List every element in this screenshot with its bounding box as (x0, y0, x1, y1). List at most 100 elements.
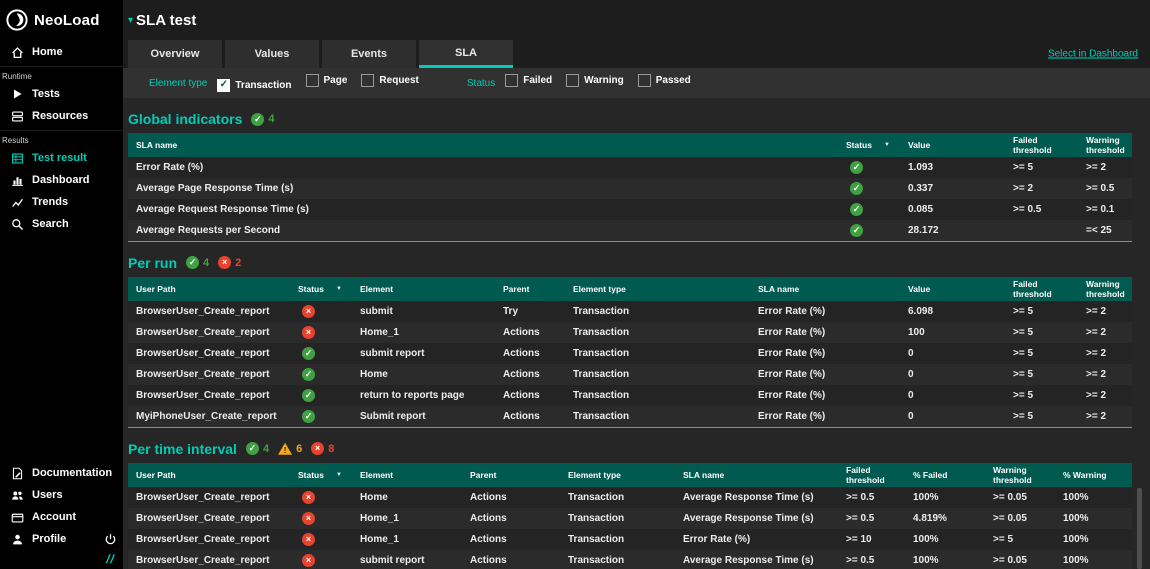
sidebar-item-home[interactable]: Home (0, 41, 123, 63)
cell-parent: Actions (495, 406, 565, 427)
checkbox-box[interactable] (566, 74, 579, 87)
sidebar-item-trends[interactable]: Trends (0, 191, 123, 213)
page-title: SLA test (136, 12, 196, 29)
status-filter-dropdown-icon[interactable]: ▼ (336, 286, 342, 292)
cell-element: Home_1 (352, 529, 462, 550)
passed-status-icon: ✓ (246, 442, 259, 455)
checkbox-label: Passed (656, 75, 691, 86)
tab-sla[interactable]: SLA (419, 40, 513, 68)
checkbox-box[interactable] (505, 74, 518, 87)
column-header-warning-threshold: Warning threshold (1078, 277, 1132, 301)
sidebar-item-test-result[interactable]: Test result (0, 147, 123, 169)
column-header-status[interactable]: Status▼ (290, 463, 352, 487)
cell-element-type: Transaction (560, 487, 675, 508)
app-window: NeoLoad Home Runtime Tests Resources Res… (0, 0, 1150, 569)
passed-status-icon: ✓ (850, 203, 863, 216)
checkbox-label: Request (379, 75, 418, 86)
cell-parent: Actions (462, 508, 560, 529)
cell-warning-threshold: >= 2 (1078, 364, 1132, 385)
sidebar-item-resources[interactable]: Resources (0, 105, 123, 127)
status-filter-label: Status (467, 78, 495, 89)
global-indicators-section-header: Global indicators ✓ 4 (128, 111, 1132, 127)
cell-failed-threshold: >= 5 (1005, 301, 1078, 322)
cell-element: Submit report (352, 406, 495, 427)
cell-element: submit report (352, 550, 462, 569)
table-row[interactable]: BrowserUser_Create_report✓submit reportA… (128, 343, 1132, 364)
table-row[interactable]: Average Request Response Time (s)✓0.085>… (128, 199, 1132, 220)
cell-element-type: Transaction (565, 301, 750, 322)
cell-failed-threshold: >= 5 (1005, 385, 1078, 406)
power-icon[interactable] (103, 532, 117, 546)
sidebar-item-users[interactable]: Users (0, 484, 123, 506)
status-checkbox-passed[interactable]: Passed (638, 74, 691, 87)
column-header-warning-threshold: Warning threshold (1078, 133, 1132, 157)
sidebar-item-label: Account (32, 511, 76, 523)
cell-parent: Actions (462, 487, 560, 508)
cell-status: × (290, 529, 352, 550)
sidebar-item-label: Tests (32, 88, 60, 100)
element-type-checkbox-request[interactable]: Request (361, 74, 418, 87)
logo-text: NeoLoad (34, 12, 100, 29)
cell-warning-threshold: >= 2 (1078, 406, 1132, 427)
cell-warning-threshold: >= 5 (985, 529, 1055, 550)
tab-events[interactable]: Events (322, 40, 416, 68)
filter-bar: Element type ✓TransactionPageRequest Sta… (123, 68, 1150, 98)
element-type-checkbox-page[interactable]: Page (306, 74, 348, 87)
collapse-caret-icon[interactable]: ▾ (128, 15, 133, 26)
sidebar-item-documentation[interactable]: Documentation (0, 462, 123, 484)
vertical-scrollbar[interactable] (1137, 488, 1142, 569)
table-row[interactable]: Average Requests per Second✓28.172=< 25 (128, 220, 1132, 241)
select-in-dashboard-link[interactable]: Select in Dashboard (1048, 49, 1138, 60)
checkbox-label: Failed (523, 75, 552, 86)
cell-element-type: Transaction (565, 385, 750, 406)
cell-value: 0 (900, 385, 1005, 406)
element-type-checkbox-transaction[interactable]: ✓Transaction (217, 79, 291, 92)
sidebar-item-tests[interactable]: Tests (0, 83, 123, 105)
dashboard-icon (10, 173, 24, 187)
table-row[interactable]: BrowserUser_Create_report×submitTryTrans… (128, 301, 1132, 322)
column-header-pct-failed: % Failed (905, 463, 985, 487)
cell-warning-threshold: >= 2 (1078, 157, 1132, 178)
checkbox-box[interactable] (306, 74, 319, 87)
column-header-warning-threshold: Warning threshold (985, 463, 1055, 487)
sidebar-item-dashboard[interactable]: Dashboard (0, 169, 123, 191)
column-header-status[interactable]: Status▼ (838, 133, 900, 157)
table-row[interactable]: BrowserUser_Create_report×Home_1ActionsT… (128, 529, 1132, 550)
status-checkbox-warning[interactable]: Warning (566, 74, 624, 87)
sidebar-item-label: Trends (32, 196, 68, 208)
tab-overview[interactable]: Overview (128, 40, 222, 68)
status-checkbox-failed[interactable]: Failed (505, 74, 552, 87)
table-row[interactable]: BrowserUser_Create_report×HomeActionsTra… (128, 487, 1132, 508)
neoload-logo[interactable]: NeoLoad (0, 0, 123, 41)
tab-values[interactable]: Values (225, 40, 319, 68)
status-filter-dropdown-icon[interactable]: ▼ (336, 472, 342, 478)
checkbox-box[interactable] (638, 74, 651, 87)
table-row[interactable]: BrowserUser_Create_report×submit reportA… (128, 550, 1132, 569)
checkbox-box[interactable] (361, 74, 374, 87)
table-row[interactable]: BrowserUser_Create_report×Home_1ActionsT… (128, 322, 1132, 343)
table-row[interactable]: BrowserUser_Create_report×Home_1ActionsT… (128, 508, 1132, 529)
element-type-checkbox-group: ✓Transaction Page Request (217, 74, 433, 92)
sidebar-item-search[interactable]: Search (0, 213, 123, 235)
cell-parent: Actions (495, 385, 565, 406)
checkbox-box[interactable]: ✓ (217, 79, 230, 92)
sidebar-item-profile[interactable]: Profile (0, 528, 123, 550)
table-row[interactable]: Average Page Response Time (s)✓0.337>= 2… (128, 178, 1132, 199)
table-row[interactable]: Error Rate (%)✓1.093>= 5>= 2 (128, 157, 1132, 178)
cell-element: Home_1 (352, 322, 495, 343)
column-header-failed-threshold: Failed threshold (1005, 277, 1078, 301)
passed-count-badge: ✓ 4 (251, 113, 274, 126)
section-title: Per run (128, 255, 177, 271)
sidebar-resize-grip-icon[interactable]: // (0, 550, 125, 569)
column-header-status[interactable]: Status▼ (290, 277, 352, 301)
cell-sla-name: Average Response Time (s) (675, 550, 838, 569)
cell-failed-threshold (1005, 220, 1078, 241)
table-row[interactable]: MyiPhoneUser_Create_report✓Submit report… (128, 406, 1132, 427)
table-row[interactable]: BrowserUser_Create_report✓return to repo… (128, 385, 1132, 406)
cell-parent: Actions (495, 364, 565, 385)
column-header-value: Value (900, 133, 1005, 157)
table-row[interactable]: BrowserUser_Create_report✓HomeActionsTra… (128, 364, 1132, 385)
cell-element-type: Transaction (565, 343, 750, 364)
sidebar-item-account[interactable]: Account (0, 506, 123, 528)
status-filter-dropdown-icon[interactable]: ▼ (884, 142, 890, 148)
